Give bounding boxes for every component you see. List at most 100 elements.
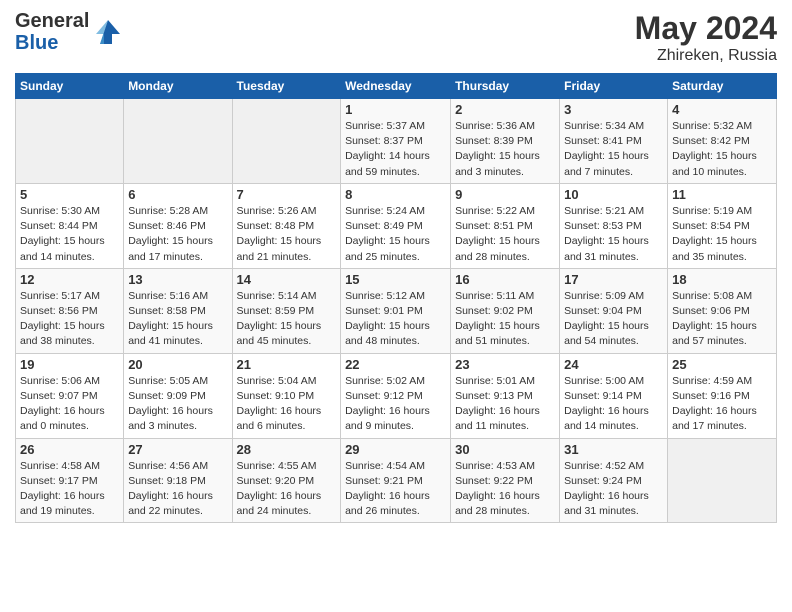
- day-info: Sunrise: 5:24 AM Sunset: 8:49 PM Dayligh…: [345, 204, 446, 265]
- day-number: 31: [564, 442, 663, 457]
- day-number: 19: [20, 357, 119, 372]
- day-number: 26: [20, 442, 119, 457]
- day-number: 7: [237, 187, 337, 202]
- table-row: 7Sunrise: 5:26 AM Sunset: 8:48 PM Daylig…: [232, 183, 341, 268]
- day-number: 30: [455, 442, 555, 457]
- day-number: 27: [128, 442, 227, 457]
- day-info: Sunrise: 4:53 AM Sunset: 9:22 PM Dayligh…: [455, 459, 555, 520]
- day-info: Sunrise: 5:01 AM Sunset: 9:13 PM Dayligh…: [455, 374, 555, 435]
- day-number: 22: [345, 357, 446, 372]
- col-sunday: Sunday: [16, 74, 124, 99]
- day-info: Sunrise: 4:58 AM Sunset: 9:17 PM Dayligh…: [20, 459, 119, 520]
- calendar-week-row: 19 Sunrise: 5:06 AM Sunset: 9:07 PM Dayli…: [16, 353, 777, 438]
- day-info: Sunrise: 5:32 AM Sunset: 8:42 PM Dayligh…: [672, 119, 772, 180]
- day-number: 9: [455, 187, 555, 202]
- table-row: 31 Sunrise: 4:52 AM Sunset: 9:24 PM Dayli…: [560, 438, 668, 523]
- day-info: Sunrise: 4:59 AM Sunset: 9:16 PM Dayligh…: [672, 374, 772, 435]
- table-row: 28 Sunrise: 4:55 AM Sunset: 9:20 PM Dayli…: [232, 438, 341, 523]
- day-info: Sunrise: 5:16 AM Sunset: 8:58 PM Dayligh…: [128, 289, 227, 350]
- table-row: 11 Sunrise: 5:19 AM Sunset: 8:54 PM Dayli…: [668, 183, 777, 268]
- day-info: Sunrise: 5:19 AM Sunset: 8:54 PM Dayligh…: [672, 204, 772, 265]
- logo-line2: Blue: [15, 32, 89, 54]
- day-number: 23: [455, 357, 555, 372]
- table-row: 6Sunrise: 5:28 AM Sunset: 8:46 PM Daylig…: [124, 183, 232, 268]
- day-info: Sunrise: 5:06 AM Sunset: 9:07 PM Dayligh…: [20, 374, 119, 435]
- calendar-week-row: 1Sunrise: 5:37 AM Sunset: 8:37 PM Daylig…: [16, 99, 777, 184]
- col-saturday: Saturday: [668, 74, 777, 99]
- day-number: 10: [564, 187, 663, 202]
- table-row: 4Sunrise: 5:32 AM Sunset: 8:42 PM Daylig…: [668, 99, 777, 184]
- day-info: Sunrise: 5:17 AM Sunset: 8:56 PM Dayligh…: [20, 289, 119, 350]
- logo: General Blue: [15, 10, 124, 54]
- logo-line1: General: [15, 10, 89, 32]
- table-row: 25 Sunrise: 4:59 AM Sunset: 9:16 PM Dayli…: [668, 353, 777, 438]
- table-row: [124, 99, 232, 184]
- day-info: Sunrise: 4:52 AM Sunset: 9:24 PM Dayligh…: [564, 459, 663, 520]
- table-row: [232, 99, 341, 184]
- day-info: Sunrise: 5:22 AM Sunset: 8:51 PM Dayligh…: [455, 204, 555, 265]
- day-info: Sunrise: 5:04 AM Sunset: 9:10 PM Dayligh…: [237, 374, 337, 435]
- day-number: 21: [237, 357, 337, 372]
- location-subtitle: Zhireken, Russia: [635, 47, 777, 65]
- table-row: 10Sunrise: 5:21 AM Sunset: 8:53 PM Dayli…: [560, 183, 668, 268]
- day-number: 20: [128, 357, 227, 372]
- col-wednesday: Wednesday: [341, 74, 451, 99]
- table-row: 19 Sunrise: 5:06 AM Sunset: 9:07 PM Dayli…: [16, 353, 124, 438]
- table-row: [668, 438, 777, 523]
- day-number: 25: [672, 357, 772, 372]
- day-number: 24: [564, 357, 663, 372]
- title-block: May 2024 Zhireken, Russia: [635, 10, 777, 65]
- table-row: 17 Sunrise: 5:09 AM Sunset: 9:04 PM Dayli…: [560, 268, 668, 353]
- table-row: 18Sunrise: 5:08 AM Sunset: 9:06 PM Dayli…: [668, 268, 777, 353]
- col-tuesday: Tuesday: [232, 74, 341, 99]
- col-thursday: Thursday: [451, 74, 560, 99]
- day-number: 18: [672, 272, 772, 287]
- table-row: 16Sunrise: 5:11 AM Sunset: 9:02 PM Dayli…: [451, 268, 560, 353]
- day-info: Sunrise: 4:56 AM Sunset: 9:18 PM Dayligh…: [128, 459, 227, 520]
- day-info: Sunrise: 4:55 AM Sunset: 9:20 PM Dayligh…: [237, 459, 337, 520]
- day-number: 15: [345, 272, 446, 287]
- col-friday: Friday: [560, 74, 668, 99]
- day-number: 3: [564, 102, 663, 117]
- table-row: 15Sunrise: 5:12 AM Sunset: 9:01 PM Dayli…: [341, 268, 451, 353]
- header: General Blue May 2024 Zhireken, Russia: [15, 10, 777, 65]
- day-info: Sunrise: 5:34 AM Sunset: 8:41 PM Dayligh…: [564, 119, 663, 180]
- day-number: 29: [345, 442, 446, 457]
- day-number: 17: [564, 272, 663, 287]
- table-row: 30 Sunrise: 4:53 AM Sunset: 9:22 PM Dayli…: [451, 438, 560, 523]
- table-row: 5 Sunrise: 5:30 AM Sunset: 8:44 PM Daylig…: [16, 183, 124, 268]
- day-info: Sunrise: 5:05 AM Sunset: 9:09 PM Dayligh…: [128, 374, 227, 435]
- table-row: 14 Sunrise: 5:14 AM Sunset: 8:59 PM Dayli…: [232, 268, 341, 353]
- day-info: Sunrise: 4:54 AM Sunset: 9:21 PM Dayligh…: [345, 459, 446, 520]
- calendar-week-row: 26 Sunrise: 4:58 AM Sunset: 9:17 PM Dayli…: [16, 438, 777, 523]
- table-row: 13 Sunrise: 5:16 AM Sunset: 8:58 PM Dayli…: [124, 268, 232, 353]
- logo-icon: [92, 16, 124, 48]
- table-row: 24Sunrise: 5:00 AM Sunset: 9:14 PM Dayli…: [560, 353, 668, 438]
- table-row: 12 Sunrise: 5:17 AM Sunset: 8:56 PM Dayli…: [16, 268, 124, 353]
- day-number: 1: [345, 102, 446, 117]
- day-info: Sunrise: 5:36 AM Sunset: 8:39 PM Dayligh…: [455, 119, 555, 180]
- day-info: Sunrise: 5:09 AM Sunset: 9:04 PM Dayligh…: [564, 289, 663, 350]
- day-number: 28: [237, 442, 337, 457]
- table-row: 23 Sunrise: 5:01 AM Sunset: 9:13 PM Dayli…: [451, 353, 560, 438]
- logo-content: General Blue: [15, 10, 124, 54]
- day-info: Sunrise: 5:14 AM Sunset: 8:59 PM Dayligh…: [237, 289, 337, 350]
- day-number: 14: [237, 272, 337, 287]
- table-row: 21 Sunrise: 5:04 AM Sunset: 9:10 PM Dayli…: [232, 353, 341, 438]
- day-number: 11: [672, 187, 772, 202]
- day-number: 2: [455, 102, 555, 117]
- day-number: 6: [128, 187, 227, 202]
- table-row: [16, 99, 124, 184]
- table-row: 8Sunrise: 5:24 AM Sunset: 8:49 PM Daylig…: [341, 183, 451, 268]
- day-number: 5: [20, 187, 119, 202]
- table-row: 3 Sunrise: 5:34 AM Sunset: 8:41 PM Daylig…: [560, 99, 668, 184]
- table-row: 9 Sunrise: 5:22 AM Sunset: 8:51 PM Daylig…: [451, 183, 560, 268]
- day-number: 13: [128, 272, 227, 287]
- day-number: 16: [455, 272, 555, 287]
- day-info: Sunrise: 5:30 AM Sunset: 8:44 PM Dayligh…: [20, 204, 119, 265]
- calendar-page: General Blue May 2024 Zhireken, Russia S…: [0, 0, 792, 612]
- month-year-title: May 2024: [635, 10, 777, 47]
- table-row: 20 Sunrise: 5:05 AM Sunset: 9:09 PM Dayli…: [124, 353, 232, 438]
- table-row: 1Sunrise: 5:37 AM Sunset: 8:37 PM Daylig…: [341, 99, 451, 184]
- day-number: 12: [20, 272, 119, 287]
